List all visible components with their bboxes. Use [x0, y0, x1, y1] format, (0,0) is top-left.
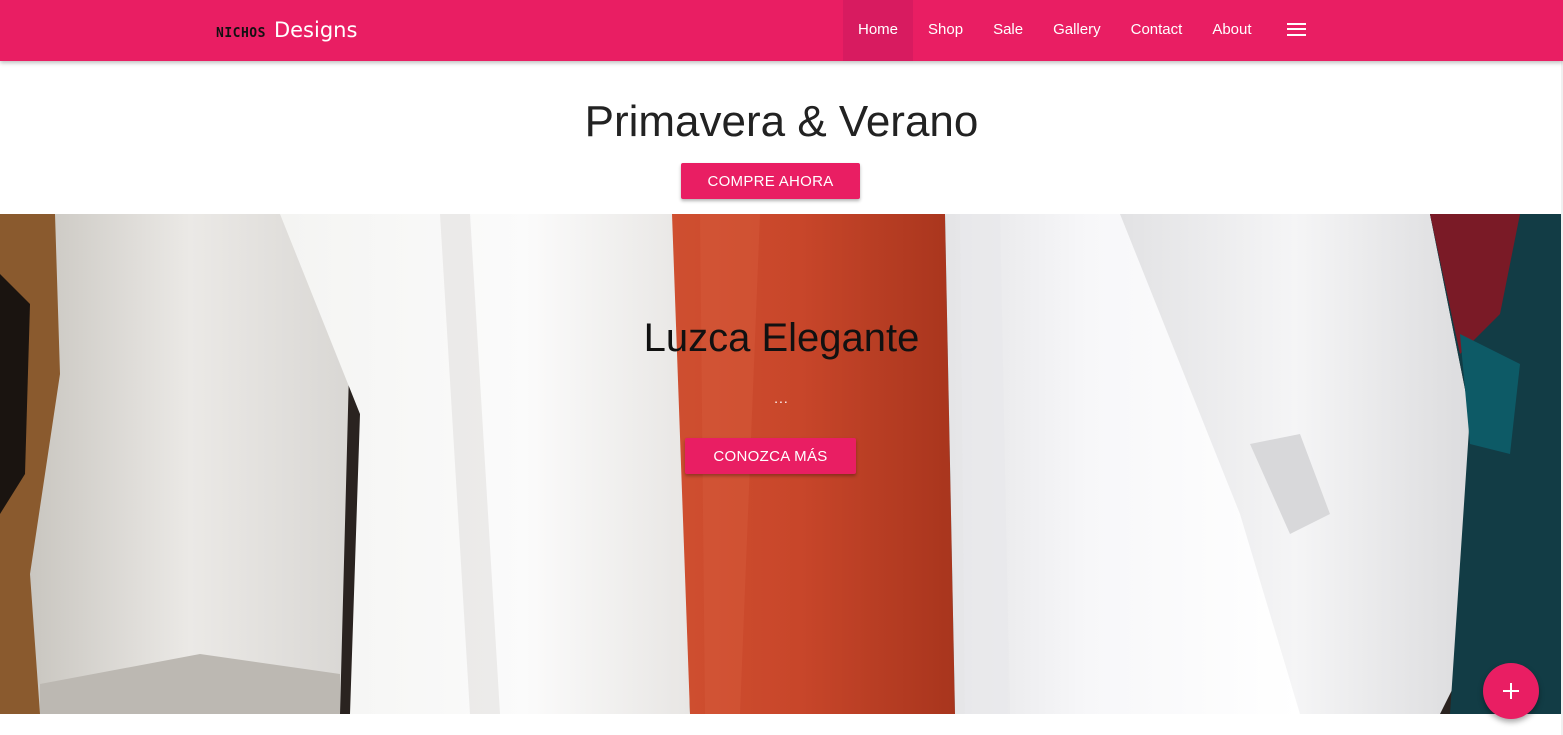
- plus-icon: [1503, 683, 1519, 699]
- nav-link-contact[interactable]: Contact: [1116, 0, 1198, 58]
- brand-logo[interactable]: NICHOS Designs: [216, 18, 357, 48]
- brand-mark: NICHOS: [216, 26, 266, 41]
- top-navbar: NICHOS Designs Home Shop Sale Gallery Co…: [0, 0, 1563, 61]
- hamburger-menu-icon: [1287, 22, 1307, 36]
- learn-more-button[interactable]: CONOZCA MÁS: [685, 438, 856, 474]
- nav-links: Home Shop Sale Gallery Contact About: [843, 0, 1322, 61]
- shop-now-button[interactable]: COMPRE AHORA: [681, 163, 860, 199]
- hero-subtitle: ...: [774, 390, 789, 406]
- intro-section: Primavera & Verano COMPRE AHORA: [0, 61, 1563, 214]
- nav-link-sale[interactable]: Sale: [978, 0, 1038, 58]
- hero-section: Luzca Elegante ... CONOZCA MÁS: [0, 214, 1563, 714]
- nav-link-home[interactable]: Home: [843, 0, 914, 61]
- menu-button[interactable]: [1272, 0, 1322, 58]
- intro-title: Primavera & Verano: [584, 97, 979, 146]
- nav-link-about[interactable]: About: [1197, 0, 1266, 58]
- nav-link-shop[interactable]: Shop: [913, 0, 978, 58]
- brand-name: Designs: [273, 18, 358, 42]
- hero-title: Luzca Elegante: [643, 316, 920, 360]
- floating-action-button[interactable]: [1483, 663, 1539, 719]
- nav-link-gallery[interactable]: Gallery: [1038, 0, 1116, 58]
